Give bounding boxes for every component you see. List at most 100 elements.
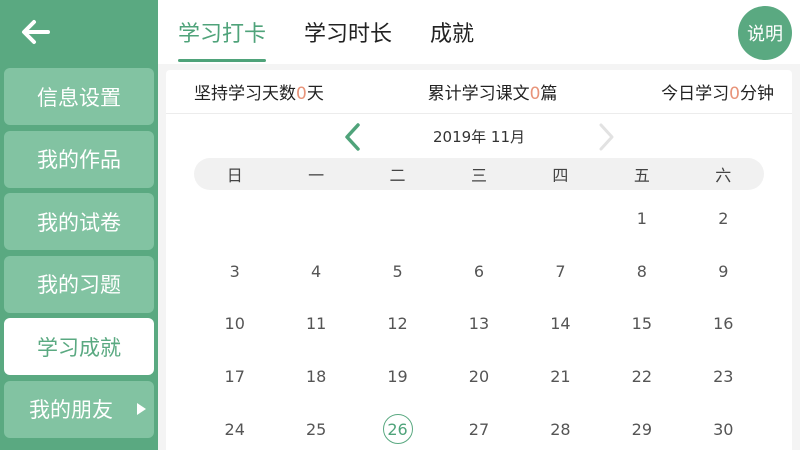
calendar-day-number: 24 <box>224 419 245 439</box>
sidebar-item-achievements[interactable]: 学习成就 <box>4 318 154 375</box>
calendar-day[interactable]: 4 <box>275 245 356 298</box>
back-button[interactable] <box>0 0 158 64</box>
calendar-day[interactable]: 16 <box>683 297 764 350</box>
calendar-day[interactable]: 25 <box>275 403 356 450</box>
sidebar-item-my-friends[interactable]: 我的朋友 <box>4 380 154 438</box>
stat-label: 累计学习课文 <box>427 84 530 104</box>
calendar-day-number: 23 <box>713 366 734 386</box>
calendar-day-number: 5 <box>392 261 403 281</box>
calendar-day[interactable]: 14 <box>520 297 601 350</box>
calendar-day[interactable]: 30 <box>683 403 764 450</box>
stat-value: 0 <box>529 84 541 104</box>
calendar-day[interactable]: 2 <box>683 192 764 245</box>
app-root: 信息设置 我的作品 我的试卷 我的习题 学习成就 我的朋友 学习打卡 学习时长 … <box>0 0 800 450</box>
calendar-day[interactable]: 23 <box>683 350 764 403</box>
calendar-day-number: 8 <box>636 261 647 281</box>
sidebar-item-label: 我的试卷 <box>37 210 121 235</box>
calendar-day-number: 22 <box>631 366 653 386</box>
calendar-day-number: 7 <box>555 261 566 281</box>
stat-streak-days: 坚持学习天数0天 <box>194 79 324 104</box>
calendar-day[interactable]: 5 <box>357 245 438 298</box>
calendar-day[interactable]: 9 <box>683 245 764 298</box>
calendar-day[interactable]: 21 <box>520 350 601 403</box>
calendar-day-number: 11 <box>305 314 327 334</box>
calendar-day[interactable]: 24 <box>194 403 275 450</box>
calendar-day-number: 26 <box>382 414 413 445</box>
calendar-day-number: 12 <box>387 314 408 334</box>
triangle-right-icon <box>137 403 146 415</box>
calendar-day-number: 21 <box>550 366 571 386</box>
calendar-day[interactable]: 8 <box>601 245 682 298</box>
calendar-day-number: 29 <box>631 419 653 439</box>
month-label: 2019年 11月 <box>432 128 526 146</box>
sidebar-item-my-works[interactable]: 我的作品 <box>4 130 154 188</box>
calendar-day-number: 28 <box>550 419 571 439</box>
calendar-day-number: 10 <box>224 314 245 334</box>
sidebar-item-label: 我的习题 <box>37 273 121 297</box>
calendar-day[interactable]: 7 <box>520 245 601 298</box>
calendar-day-number: 16 <box>713 314 734 334</box>
stat-label: 今日学习 <box>661 84 730 104</box>
calendar-day[interactable]: 1 <box>601 192 682 245</box>
calendar-day[interactable]: 20 <box>438 350 519 403</box>
arrow-left-icon <box>22 20 50 44</box>
sidebar-item-my-exams[interactable]: 我的试卷 <box>4 193 154 250</box>
calendar-day-number: 6 <box>473 261 485 281</box>
calendar-day-number: 18 <box>305 366 327 386</box>
calendar-day[interactable]: 15 <box>601 297 682 350</box>
sidebar-item-my-exercises[interactable]: 我的习题 <box>4 255 154 313</box>
stat-value: 0 <box>729 84 740 104</box>
content-panel: 坚持学习天数0天 累计学习课文0篇 今日学习0分钟 2019年 11月 日 一 … <box>158 64 800 450</box>
stat-unit: 分钟 <box>739 84 774 104</box>
tab-check-in[interactable]: 学习打卡 <box>178 0 267 64</box>
weekday-header: 日 一 二 三 四 五 六 <box>194 158 764 190</box>
weekday-label: 一 <box>308 166 325 185</box>
calendar-day[interactable]: 6 <box>438 245 519 298</box>
sidebar-item-label: 我的朋友 <box>29 398 113 422</box>
stat-value: 0 <box>296 84 307 104</box>
weekday-label: 六 <box>715 166 732 185</box>
calendar-day[interactable]: 28 <box>520 403 601 450</box>
calendar-day[interactable]: 11 <box>275 297 356 350</box>
calendar-day[interactable]: 10 <box>194 297 275 350</box>
sidebar-item-label: 我的作品 <box>37 148 121 172</box>
calendar-day-number: 3 <box>229 261 240 281</box>
calendar-day[interactable]: 29 <box>601 403 682 450</box>
calendar-day[interactable]: 22 <box>601 350 682 403</box>
weekday-label: 三 <box>470 166 487 185</box>
sidebar-item-label: 信息设置 <box>37 85 121 110</box>
weekday-label: 二 <box>389 166 406 185</box>
calendar-grid: 1 2 3 4 5 6 7 8 9 10 11 12 13 14 15 16 17 18 19 20 21 22 23 24 2… <box>194 192 764 450</box>
help-button[interactable]: 说明 <box>738 6 792 60</box>
tab-study-time[interactable]: 学习时长 <box>304 0 392 64</box>
chevron-left-icon[interactable] <box>338 122 368 152</box>
stat-today-minutes: 今日学习0分钟 <box>661 79 774 104</box>
month-navigator: 2019年 11月 <box>166 118 792 154</box>
top-tabs: 学习打卡 学习时长 成就 <box>158 0 800 64</box>
calendar-day-number: 20 <box>468 366 490 386</box>
sidebar-item-info-settings[interactable]: 信息设置 <box>4 68 154 125</box>
sidebar-menu: 信息设置 我的作品 我的试卷 我的习题 学习成就 我的朋友 <box>4 68 154 443</box>
stat-unit: 天 <box>306 84 324 104</box>
calendar-day[interactable]: 18 <box>275 350 356 403</box>
weekday-label: 四 <box>552 166 569 185</box>
calendar-day-number: 9 <box>718 261 729 281</box>
calendar-day-today[interactable]: 26 <box>357 403 438 450</box>
calendar-day-number: 25 <box>305 419 327 439</box>
calendar-day[interactable]: 17 <box>194 350 275 403</box>
stat-label: 坚持学习天数 <box>194 84 296 104</box>
stats-bar: 坚持学习天数0天 累计学习课文0篇 今日学习0分钟 <box>166 70 792 114</box>
calendar-blank-cell <box>520 192 601 245</box>
weekday-label: 日 <box>226 166 243 185</box>
calendar-day[interactable]: 19 <box>357 350 438 403</box>
calendar-day[interactable]: 27 <box>438 403 519 450</box>
calendar-day[interactable]: 12 <box>357 297 438 350</box>
sidebar-item-label: 学习成就 <box>37 335 121 360</box>
calendar-day[interactable]: 13 <box>438 297 519 350</box>
calendar-day-number: 1 <box>636 208 647 228</box>
calendar-day[interactable]: 3 <box>194 245 275 298</box>
tab-achievements[interactable]: 成就 <box>430 0 474 64</box>
calendar-day-number: 2 <box>718 208 729 228</box>
chevron-right-icon[interactable] <box>591 122 621 152</box>
calendar-blank-cell <box>275 192 356 245</box>
